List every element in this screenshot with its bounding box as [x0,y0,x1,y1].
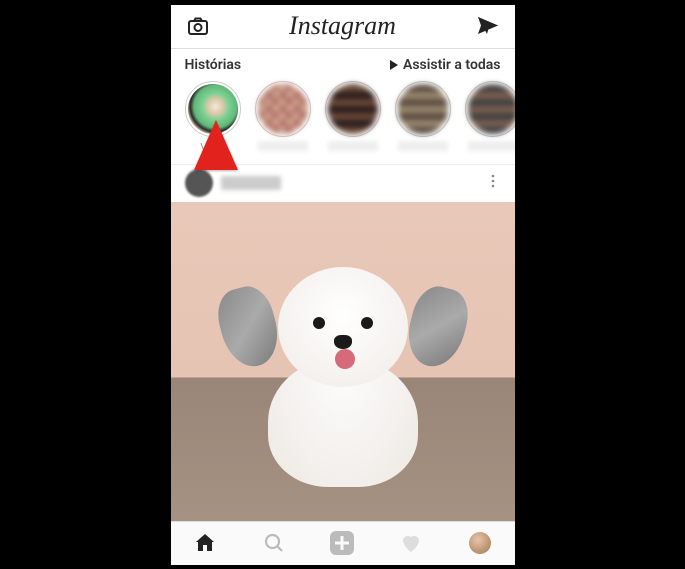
stories-title: Histórias [185,57,242,73]
story-username [468,141,515,151]
nav-activity-icon[interactable] [398,530,424,556]
bottom-nav [171,521,515,565]
story-item[interactable] [395,81,451,154]
stories-row[interactable]: Você [171,77,515,164]
story-username [258,141,308,151]
story-username [398,141,448,151]
post-author[interactable] [185,169,281,197]
watch-all-button[interactable]: Assistir a todas [389,57,501,73]
post-author-username[interactable] [221,176,281,190]
your-story-avatar[interactable] [185,81,241,137]
play-icon [389,60,399,70]
nav-profile-icon[interactable] [467,530,493,556]
camera-icon[interactable] [185,13,211,39]
your-story-label: Você [200,141,225,154]
story-item[interactable] [465,81,515,154]
watch-all-label: Assistir a todas [403,57,501,73]
instagram-logo: Instagram [289,11,396,41]
top-bar: Instagram [171,5,515,49]
post-header [171,164,515,202]
post-author-avatar[interactable] [185,169,213,197]
direct-messages-icon[interactable] [475,13,501,39]
post-options-icon[interactable] [485,173,501,193]
nav-add-icon[interactable] [329,530,355,556]
nav-search-icon[interactable] [261,530,287,556]
instagram-feed-screen: Instagram Histórias Assistir a todas Voc… [171,5,515,565]
post-image[interactable] [171,202,515,521]
story-username [328,141,378,151]
stories-header: Histórias Assistir a todas [171,49,515,77]
story-item[interactable] [325,81,381,154]
nav-home-icon[interactable] [192,530,218,556]
your-story[interactable]: Você [185,81,241,154]
story-item[interactable] [255,81,311,154]
profile-avatar[interactable] [469,532,491,554]
